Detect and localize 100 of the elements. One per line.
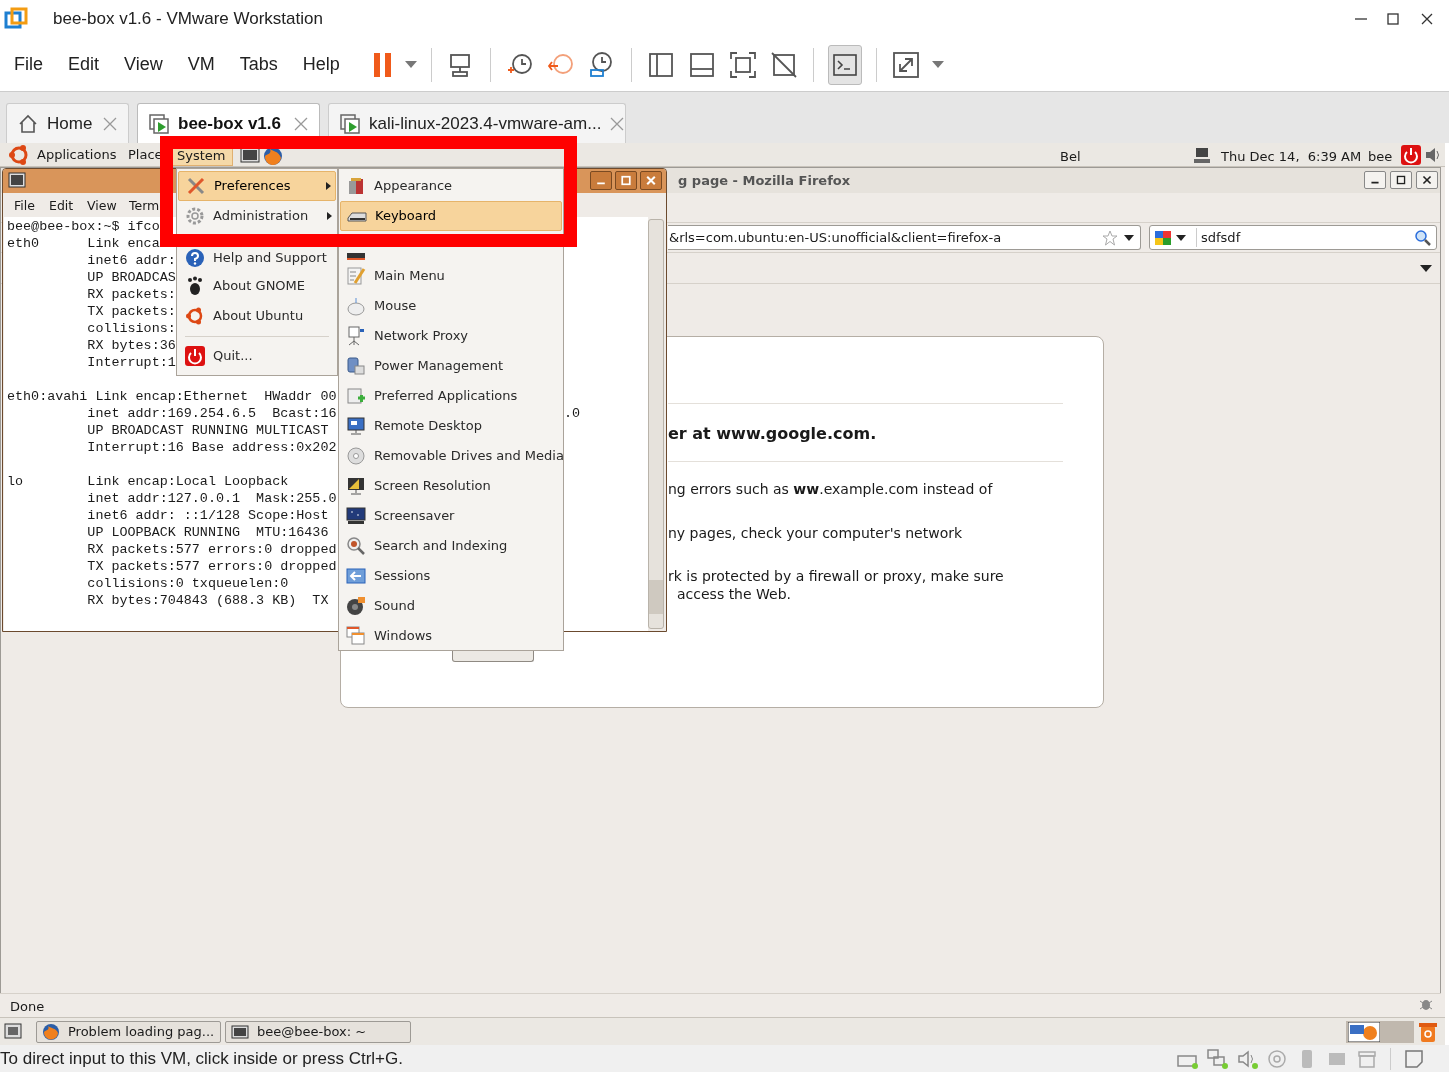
search-icon	[346, 536, 366, 556]
vmware-logo-icon	[4, 7, 28, 31]
submenu-arrow-icon	[326, 182, 331, 190]
menu-item[interactable]: File	[14, 197, 35, 216]
close-button[interactable]	[640, 171, 662, 190]
menu-item[interactable]: Help	[302, 51, 340, 78]
menu-item[interactable]: View	[87, 197, 117, 216]
panel-menu[interactable]: Applications	[37, 144, 117, 166]
terminal-line: UP BROADCAS	[86, 269, 176, 286]
terminal-line: collisions:0 txqueuelen:0	[86, 575, 289, 592]
menu-item[interactable]: Windows	[340, 621, 562, 651]
menu-item[interactable]: Screen Resolution	[340, 471, 562, 501]
terminal-line: eth0:avahi Link encap:Ethernet HWaddr 00	[7, 388, 337, 405]
vm-icon	[339, 112, 361, 135]
status-text: Done	[10, 998, 45, 1016]
menu-item[interactable]: About GNOME	[178, 271, 336, 301]
menu-item[interactable]: Search and Indexing	[340, 531, 562, 561]
menu-item[interactable]: Keyboard	[340, 201, 562, 231]
monitor-icon	[346, 506, 366, 526]
window-icon	[347, 253, 365, 260]
note-icon[interactable]	[1403, 1048, 1425, 1070]
terminal-line: RX bytes:36	[86, 337, 176, 354]
search-field[interactable]: sdfsdf	[1149, 225, 1437, 250]
menu-item[interactable]: Quit...	[178, 341, 336, 371]
show-desktop-icon	[4, 1022, 22, 1040]
menu-item[interactable]: Power Management	[340, 351, 562, 381]
menu-item[interactable]: Network Proxy	[340, 321, 562, 351]
workspace-icon	[1348, 1022, 1380, 1042]
network-icon	[346, 326, 366, 346]
close-button[interactable]	[1416, 171, 1438, 189]
footprint-icon	[185, 276, 205, 296]
window-title: g page - Mozilla Firefox	[678, 172, 851, 190]
menu-item[interactable]: Edit	[49, 197, 74, 216]
search-icon	[1414, 228, 1432, 247]
menu-item[interactable]: Preferred Applications	[340, 381, 562, 411]
maximize-button[interactable]	[1390, 171, 1412, 189]
firefox-icon	[42, 1023, 60, 1041]
tab[interactable]: Home	[6, 103, 129, 143]
taskbar-button[interactable]: Problem loading pag...	[36, 1021, 221, 1043]
resize-icon[interactable]	[890, 49, 921, 80]
menu-item[interactable]: Administration	[178, 201, 336, 231]
ubuntu-logo-icon	[8, 143, 30, 166]
terminal-line: RX packets:577 errors:0 dropped	[86, 541, 337, 558]
clock[interactable]: Thu Dec 14, 6:39 AM	[1221, 147, 1362, 167]
keyboard-layout[interactable]: Bel	[1060, 147, 1081, 167]
caret-icon	[1176, 234, 1186, 241]
error-text: rk is protected by a firewall or proxy, make sure	[668, 567, 1004, 586]
menu-item[interactable]: Edit	[68, 51, 100, 78]
pause-icon[interactable]	[371, 51, 394, 78]
button[interactable]	[452, 651, 534, 662]
terminal-line: .0	[564, 405, 581, 422]
power-icon	[1401, 145, 1421, 165]
user-name[interactable]: bee	[1368, 147, 1393, 167]
terminal-line: bee@bee-box:~$ ifco	[7, 218, 160, 235]
error-text: ng errors such as ww.example.com instead of	[668, 480, 993, 499]
menu-item[interactable]: Sound	[340, 591, 562, 621]
battery-icon	[346, 356, 366, 376]
crossed-window-icon[interactable]	[768, 49, 799, 80]
terminal-line: lo Link encap:Local Loopback	[7, 473, 289, 490]
menu-item[interactable]: Main Menu	[340, 261, 562, 291]
minimize-button[interactable]	[590, 171, 612, 190]
terminal-line: Interrupt:1	[86, 354, 176, 371]
menu-item[interactable]: Appearance	[340, 171, 562, 201]
terminal-line: collisions:	[86, 320, 176, 337]
menu-item[interactable]: View	[124, 51, 163, 78]
menu-item[interactable]: Removable Drives and Media	[340, 441, 562, 471]
menu-item[interactable]: Remote Desktop	[340, 411, 562, 441]
menu-item[interactable]: Mouse	[340, 291, 562, 321]
caret-icon	[1420, 265, 1432, 272]
menu-item[interactable]: File	[14, 51, 43, 78]
computer-icon	[1193, 146, 1211, 164]
console-button[interactable]	[827, 44, 862, 85]
terminal-line: eth0 Link enca	[7, 235, 160, 252]
menu-item[interactable]: Screensaver	[340, 501, 562, 531]
caret-icon	[1124, 234, 1134, 241]
scrollbar[interactable]	[648, 219, 664, 629]
menu-item[interactable]: Tabs	[239, 51, 278, 78]
home-icon	[17, 112, 39, 135]
menu-item[interactable]: VM	[187, 51, 215, 78]
document-icon	[346, 386, 366, 406]
close-icon	[609, 115, 626, 132]
terminal-line: Interrupt:16 Base address:0x202	[86, 439, 337, 456]
menu-item[interactable]: Sessions	[340, 561, 562, 591]
fullscreen-icon[interactable]	[727, 49, 758, 80]
terminal-icon	[231, 1023, 249, 1041]
network-icon[interactable]	[1206, 1048, 1228, 1070]
menu-item[interactable]: Preferences	[178, 171, 336, 201]
error-text: ny pages, check your computer's network	[668, 524, 963, 543]
maximize-button[interactable]	[615, 171, 637, 190]
menu-item[interactable]: About Ubuntu	[178, 301, 336, 331]
menu-item[interactable]: Term	[129, 197, 160, 216]
search-engine-icon	[1154, 228, 1172, 247]
speaker-icon[interactable]	[1236, 1048, 1258, 1070]
address-field[interactable]: &rls=com.ubuntu:en-US:unofficial&client=firefox-a	[668, 225, 1141, 250]
menu-item[interactable]: Help and Support	[178, 248, 336, 271]
status-text: To direct input to this VM, click inside or press Ctrl+G.	[0, 1047, 403, 1070]
help-icon	[185, 248, 205, 268]
error-heading: er at www.google.com.	[668, 423, 877, 445]
taskbar-button[interactable]: bee@bee-box: ~	[225, 1021, 411, 1043]
speaker-icon	[1424, 147, 1440, 163]
